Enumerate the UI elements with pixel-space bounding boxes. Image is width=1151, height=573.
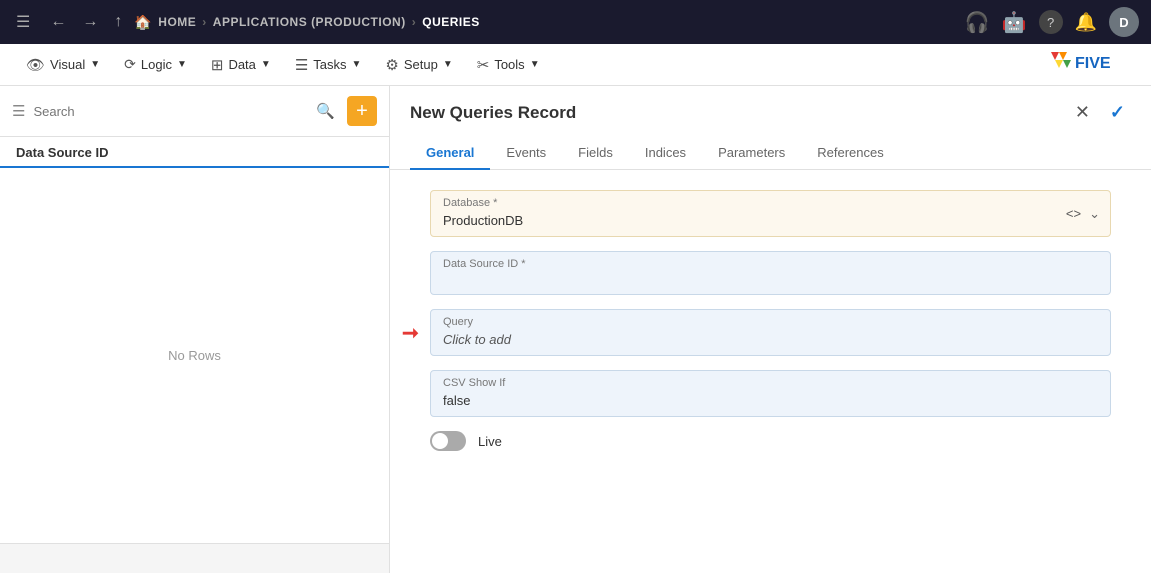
sidebar: ☰ 🔍 + Data Source ID No Rows <box>0 86 390 573</box>
menu-setup[interactable]: ⚙ Setup ▼ <box>375 50 462 80</box>
query-label: Query <box>431 310 1110 330</box>
setup-icon: ⚙ <box>385 56 398 74</box>
back-icon[interactable]: ← <box>46 9 70 35</box>
tools-chevron: ▼ <box>530 59 540 70</box>
live-label: Live <box>478 434 502 449</box>
tasks-chevron: ▼ <box>352 59 362 70</box>
home-icon: 🏠 <box>134 14 152 31</box>
tab-parameters[interactable]: Parameters <box>702 137 801 170</box>
visual-chevron: ▼ <box>90 59 100 70</box>
data-chevron: ▼ <box>261 59 271 70</box>
content-title-row: New Queries Record ✕ ✓ <box>410 100 1131 125</box>
menu-visual-label: Visual <box>50 57 85 72</box>
csv-showif-field[interactable]: CSV Show If false <box>430 370 1111 417</box>
main-layout: ☰ 🔍 + Data Source ID No Rows New Queries… <box>0 86 1151 573</box>
tab-general[interactable]: General <box>410 137 490 170</box>
hamburger-icon[interactable]: ☰ <box>12 8 34 36</box>
datasource-value <box>431 272 1110 282</box>
menu-tools[interactable]: ✂ Tools ▼ <box>467 50 550 80</box>
csv-showif-field-row: CSV Show If false <box>430 370 1111 417</box>
query-field[interactable]: Query Click to add <box>430 309 1111 356</box>
toggle-knob <box>432 433 448 449</box>
five-logo: FIVE <box>1045 48 1135 81</box>
database-field[interactable]: Database * ProductionDB <> ⌄ <box>430 190 1111 237</box>
query-placeholder[interactable]: Click to add <box>431 330 1110 355</box>
robot-icon[interactable]: 🤖 <box>1002 10 1027 35</box>
visual-icon: 👁 <box>26 56 45 74</box>
database-label: Database * <box>431 191 1050 211</box>
tab-events[interactable]: Events <box>490 137 562 170</box>
top-nav-right: 🎧 🤖 ? 🔔 D <box>965 7 1139 37</box>
search-input[interactable] <box>33 104 308 119</box>
menu-logic[interactable]: ⟳ Logic ▼ <box>114 50 197 79</box>
up-icon[interactable]: ↑ <box>110 9 126 35</box>
top-nav: ☰ ← → ↑ 🏠 HOME › APPLICATIONS (PRODUCTIO… <box>0 0 1151 44</box>
header-actions: ✕ ✓ <box>1069 100 1131 125</box>
breadcrumb: 🏠 HOME › APPLICATIONS (PRODUCTION) › QUE… <box>134 14 479 31</box>
app-label[interactable]: APPLICATIONS (PRODUCTION) <box>213 15 406 29</box>
add-button[interactable]: + <box>347 96 377 126</box>
query-field-row: ➞ Query Click to add <box>430 309 1111 356</box>
tab-fields[interactable]: Fields <box>562 137 629 170</box>
forward-icon[interactable]: → <box>78 9 102 35</box>
menu-bar: 👁 Visual ▼ ⟳ Logic ▼ ⊞ Data ▼ ☰ Tasks ▼ … <box>0 44 1151 86</box>
datasource-label: Data Source ID * <box>431 252 1110 272</box>
csv-showif-value: false <box>431 391 1110 416</box>
tab-indices[interactable]: Indices <box>629 137 702 170</box>
menu-logic-label: Logic <box>141 57 172 72</box>
sidebar-column-header: Data Source ID <box>0 137 389 168</box>
headset-icon[interactable]: 🎧 <box>965 10 990 35</box>
page-title: New Queries Record <box>410 103 576 123</box>
sidebar-content: No Rows <box>0 168 389 543</box>
queries-label[interactable]: QUERIES <box>422 15 480 29</box>
no-rows-text: No Rows <box>168 348 221 363</box>
sidebar-search: ☰ 🔍 + <box>0 86 389 137</box>
tools-icon: ✂ <box>477 56 490 74</box>
live-toggle[interactable] <box>430 431 466 451</box>
logic-icon: ⟳ <box>124 56 136 73</box>
help-icon[interactable]: ? <box>1039 10 1063 34</box>
sidebar-bottom <box>0 543 389 573</box>
home-label[interactable]: HOME <box>158 15 196 29</box>
datasource-field[interactable]: Data Source ID * <box>430 251 1111 295</box>
database-field-row: Database * ProductionDB <> ⌄ <box>430 190 1111 237</box>
breadcrumb-sep-2: › <box>412 15 417 29</box>
form-area: Database * ProductionDB <> ⌄ Data Source… <box>390 170 1151 573</box>
logic-chevron: ▼ <box>177 59 187 70</box>
close-button[interactable]: ✕ <box>1069 100 1096 125</box>
database-code-btn[interactable]: <> <box>1064 204 1083 223</box>
datasource-field-row: Data Source ID * <box>430 251 1111 295</box>
content-area: New Queries Record ✕ ✓ General Events Fi… <box>390 86 1151 573</box>
data-icon: ⊞ <box>211 56 224 74</box>
database-dropdown-btn[interactable]: ⌄ <box>1087 204 1102 224</box>
menu-tasks[interactable]: ☰ Tasks ▼ <box>285 50 372 80</box>
content-header: New Queries Record ✕ ✓ General Events Fi… <box>390 86 1151 170</box>
red-arrow-icon: ➞ <box>402 320 419 345</box>
breadcrumb-sep-1: › <box>202 15 207 29</box>
filter-icon: ☰ <box>12 102 25 120</box>
confirm-button[interactable]: ✓ <box>1104 100 1131 125</box>
database-actions: <> ⌄ <box>1064 204 1102 224</box>
menu-setup-label: Setup <box>404 57 438 72</box>
menu-visual[interactable]: 👁 Visual ▼ <box>16 50 110 80</box>
csv-showif-label: CSV Show If <box>431 371 1110 391</box>
database-value: ProductionDB <box>431 211 1050 236</box>
menu-data[interactable]: ⊞ Data ▼ <box>201 50 281 80</box>
tasks-icon: ☰ <box>295 56 308 74</box>
menu-tasks-label: Tasks <box>313 57 346 72</box>
bell-icon[interactable]: 🔔 <box>1075 12 1097 33</box>
menu-data-label: Data <box>228 57 255 72</box>
setup-chevron: ▼ <box>443 59 453 70</box>
tabs: General Events Fields Indices Parameters… <box>410 137 1131 169</box>
menu-tools-label: Tools <box>494 57 524 72</box>
avatar[interactable]: D <box>1109 7 1139 37</box>
live-toggle-row: Live <box>430 431 1111 451</box>
search-icon: 🔍 <box>316 102 335 120</box>
svg-text:FIVE: FIVE <box>1075 55 1111 72</box>
tab-references[interactable]: References <box>801 137 899 170</box>
sidebar-datasource-id-header: Data Source ID <box>16 145 108 160</box>
